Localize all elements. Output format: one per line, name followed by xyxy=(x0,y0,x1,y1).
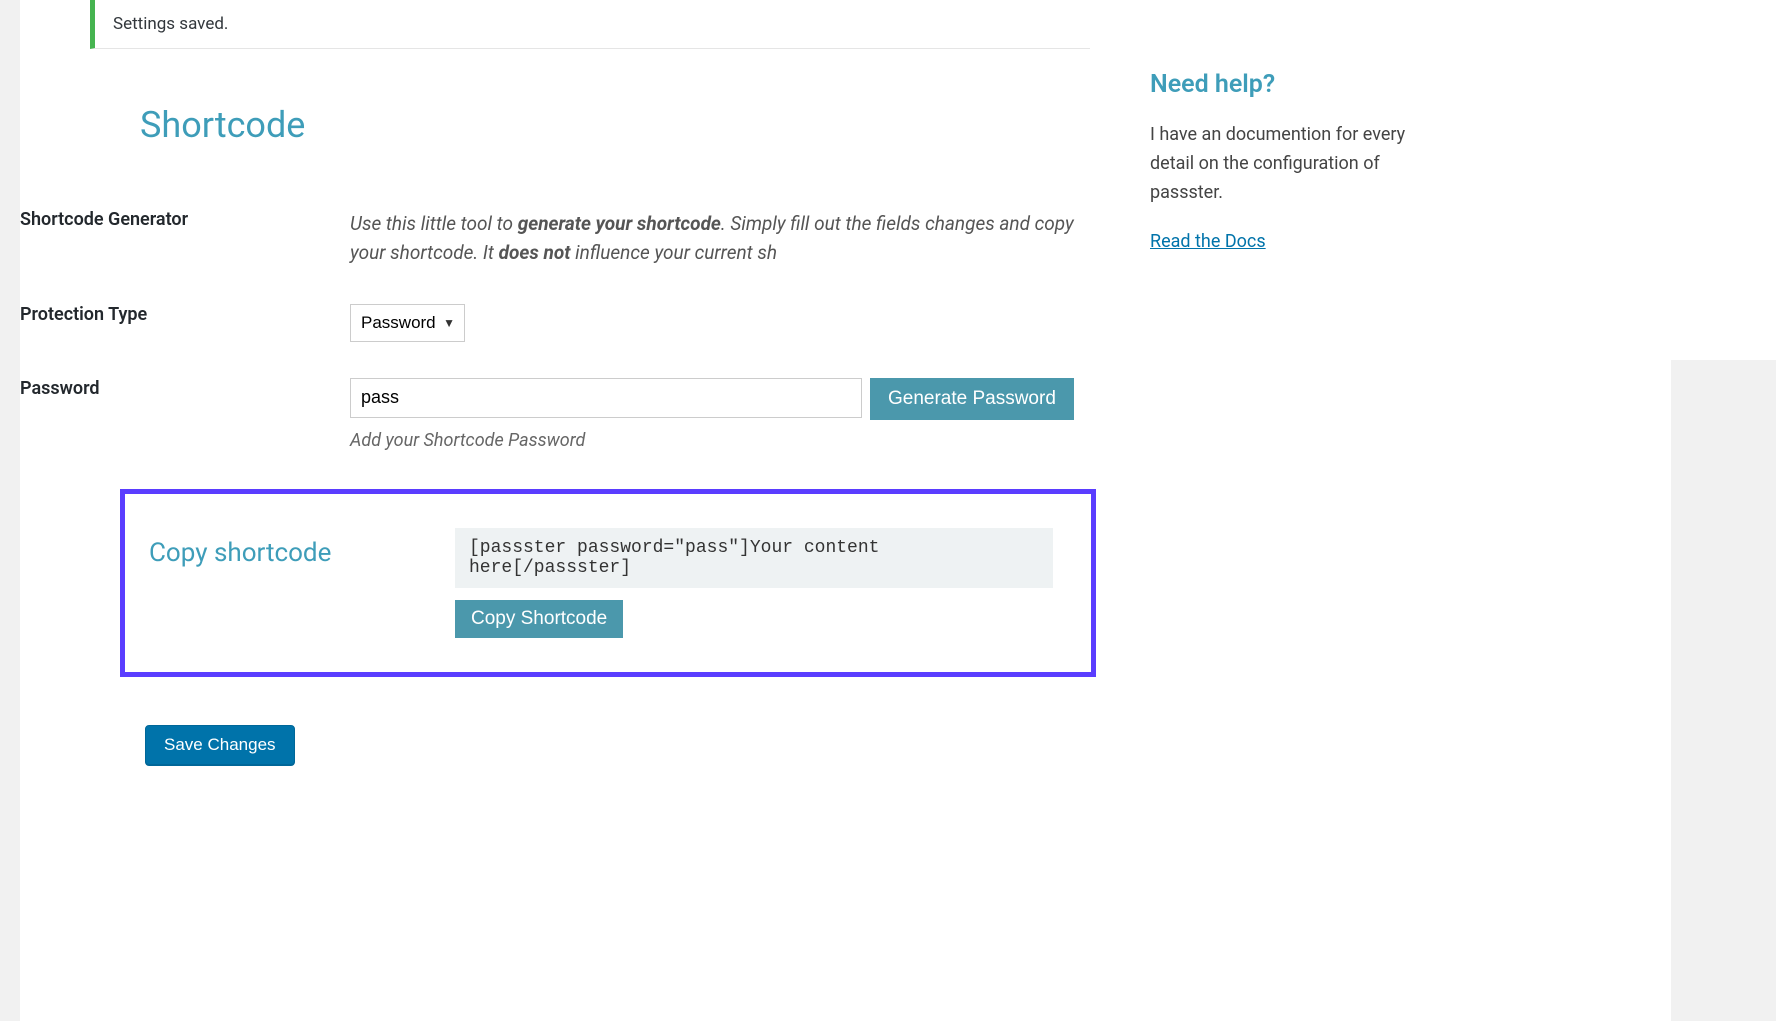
copy-shortcode-label: Copy shortcode xyxy=(149,538,331,568)
copy-shortcode-button[interactable]: Copy Shortcode xyxy=(455,600,623,638)
protection-type-select[interactable]: Password xyxy=(350,304,465,342)
notice-text: Settings saved. xyxy=(113,14,228,34)
password-input[interactable] xyxy=(350,378,862,418)
password-help-text: Add your Shortcode Password xyxy=(350,430,1090,451)
section-heading: Shortcode xyxy=(140,104,1090,146)
password-label: Password xyxy=(20,378,100,399)
right-gray-panel xyxy=(1671,360,1776,1021)
generate-password-button[interactable]: Generate Password xyxy=(870,378,1074,420)
sidebar-help-heading: Need help? xyxy=(1150,70,1410,99)
settings-saved-notice: Settings saved. xyxy=(90,0,1090,49)
left-gutter xyxy=(0,0,20,1021)
shortcode-output[interactable]: [passster password="pass"]Your content h… xyxy=(455,528,1053,588)
shortcode-generator-label: Shortcode Generator xyxy=(20,209,188,230)
copy-shortcode-highlight: Copy shortcode [passster password="pass"… xyxy=(120,489,1096,677)
generator-description: Use this little tool to generate your sh… xyxy=(350,209,1090,268)
sidebar-help-text: I have an documention for every detail o… xyxy=(1150,121,1410,207)
read-docs-link[interactable]: Read the Docs xyxy=(1150,231,1266,252)
protection-type-label: Protection Type xyxy=(20,304,147,325)
save-changes-button[interactable]: Save Changes xyxy=(145,725,295,765)
